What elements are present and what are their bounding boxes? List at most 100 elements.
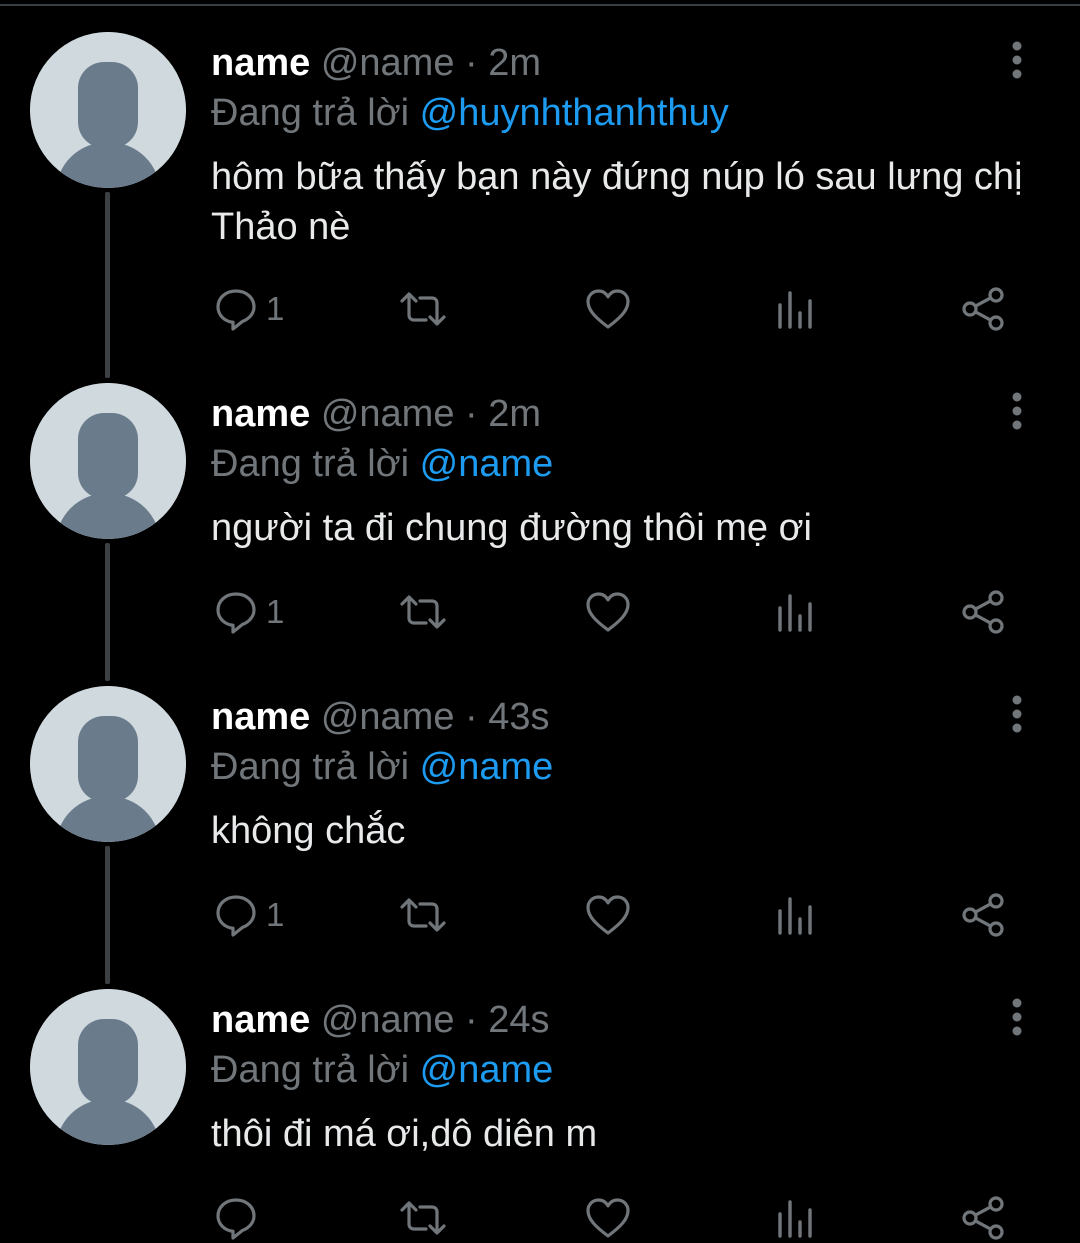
like-icon [586, 289, 630, 329]
reply-prefix: Đang trả lời [211, 443, 410, 485]
views-icon [778, 1200, 812, 1238]
handle[interactable]: @name [321, 42, 455, 84]
share-button[interactable] [960, 284, 1006, 334]
avatar[interactable] [30, 686, 186, 842]
separator-dot: · [465, 393, 478, 435]
reply-context: Đang trả lời @name [211, 1047, 553, 1093]
like-button[interactable] [585, 587, 631, 637]
reply-icon [216, 895, 256, 937]
retweet-button[interactable] [398, 587, 448, 637]
reply-prefix: Đang trả lời [211, 92, 410, 134]
more-options-button[interactable] [1000, 694, 1034, 734]
reply-count: 1 [266, 593, 285, 630]
display-name[interactable]: name [211, 393, 310, 435]
like-button[interactable] [585, 284, 631, 334]
timestamp[interactable]: 2m [488, 393, 541, 435]
share-icon [962, 590, 1004, 634]
retweet-icon [400, 898, 446, 932]
like-icon [586, 592, 630, 632]
share-button[interactable] [960, 890, 1006, 940]
more-icon [1012, 695, 1022, 733]
retweet-icon [400, 292, 446, 326]
share-icon [962, 287, 1004, 331]
default-avatar-icon [30, 383, 186, 539]
like-icon [586, 1198, 630, 1238]
retweet-button[interactable] [398, 284, 448, 334]
reply-mention-link[interactable]: @name [420, 443, 554, 485]
retweet-button[interactable] [398, 890, 448, 940]
timestamp[interactable]: 24s [488, 999, 549, 1041]
default-avatar-icon [30, 686, 186, 842]
avatar[interactable] [30, 32, 186, 188]
reply-prefix: Đang trả lời [211, 746, 410, 788]
share-icon [962, 1196, 1004, 1240]
share-icon [962, 893, 1004, 937]
reply-icon [216, 592, 256, 634]
action-bar: 1 [0, 284, 1080, 334]
default-avatar-icon [30, 989, 186, 1145]
reply-context: Đang trả lời @name [211, 441, 553, 487]
timestamp[interactable]: 43s [488, 696, 549, 738]
display-name[interactable]: name [211, 999, 310, 1041]
display-name[interactable]: name [211, 42, 310, 84]
tweet-header: name @name · 2m [211, 40, 541, 86]
more-icon [1012, 392, 1022, 430]
more-options-button[interactable] [1000, 40, 1034, 80]
views-button[interactable] [776, 587, 816, 637]
more-options-button[interactable] [1000, 997, 1034, 1037]
like-button[interactable] [585, 890, 631, 940]
tweet-header: name @name · 24s [211, 997, 550, 1043]
views-button[interactable] [776, 284, 816, 334]
separator-dot: · [465, 696, 478, 738]
default-avatar-icon [30, 32, 186, 188]
share-button[interactable] [960, 1193, 1006, 1243]
views-icon [778, 897, 812, 935]
avatar[interactable] [30, 383, 186, 539]
views-icon [778, 594, 812, 632]
handle[interactable]: @name [321, 696, 455, 738]
reply-mention-link[interactable]: @name [420, 1049, 554, 1091]
reply-mention-link[interactable]: @huynhthanhthuy [420, 92, 729, 134]
reply-button[interactable]: 1 [214, 587, 284, 637]
like-icon [586, 895, 630, 935]
reply-icon [216, 289, 256, 331]
views-button[interactable] [776, 890, 816, 940]
tweet-text: người ta đi chung đường thôi mẹ ơi [211, 507, 812, 549]
tweet-text: không chắc [211, 810, 406, 852]
share-button[interactable] [960, 587, 1006, 637]
top-divider [0, 4, 1080, 6]
reply-context: Đang trả lời @name [211, 744, 553, 790]
reply-button[interactable]: 1 [214, 890, 284, 940]
reply-mention-link[interactable]: @name [420, 746, 554, 788]
reply-icon [216, 1198, 256, 1240]
reply-count: 1 [266, 896, 285, 933]
retweet-icon [400, 595, 446, 629]
retweet-icon [400, 1201, 446, 1235]
views-icon [778, 291, 812, 329]
handle[interactable]: @name [321, 999, 455, 1041]
display-name[interactable]: name [211, 696, 310, 738]
tweet-header: name @name · 2m [211, 391, 541, 437]
retweet-button[interactable] [398, 1193, 448, 1243]
handle[interactable]: @name [321, 393, 455, 435]
avatar[interactable] [30, 989, 186, 1145]
reply-button[interactable] [214, 1193, 266, 1243]
more-icon [1012, 998, 1022, 1036]
action-bar: 1 [0, 587, 1080, 637]
more-options-button[interactable] [1000, 391, 1034, 431]
reply-context: Đang trả lời @huynhthanhthuy [211, 90, 729, 136]
reply-count: 1 [266, 290, 285, 327]
more-icon [1012, 41, 1022, 79]
like-button[interactable] [585, 1193, 631, 1243]
separator-dot: · [465, 42, 478, 84]
action-bar [0, 1193, 1080, 1243]
reply-prefix: Đang trả lời [211, 1049, 410, 1091]
tweet-text: thôi đi má ơi,dô diên m [211, 1113, 598, 1155]
timestamp[interactable]: 2m [488, 42, 541, 84]
action-bar: 1 [0, 890, 1080, 940]
separator-dot: · [465, 999, 478, 1041]
views-button[interactable] [776, 1193, 816, 1243]
reply-button[interactable]: 1 [214, 284, 284, 334]
tweet-text: hôm bữa thấy bạn này đứng núp ló sau lưn… [211, 156, 1023, 248]
tweet-header: name @name · 43s [211, 694, 550, 740]
